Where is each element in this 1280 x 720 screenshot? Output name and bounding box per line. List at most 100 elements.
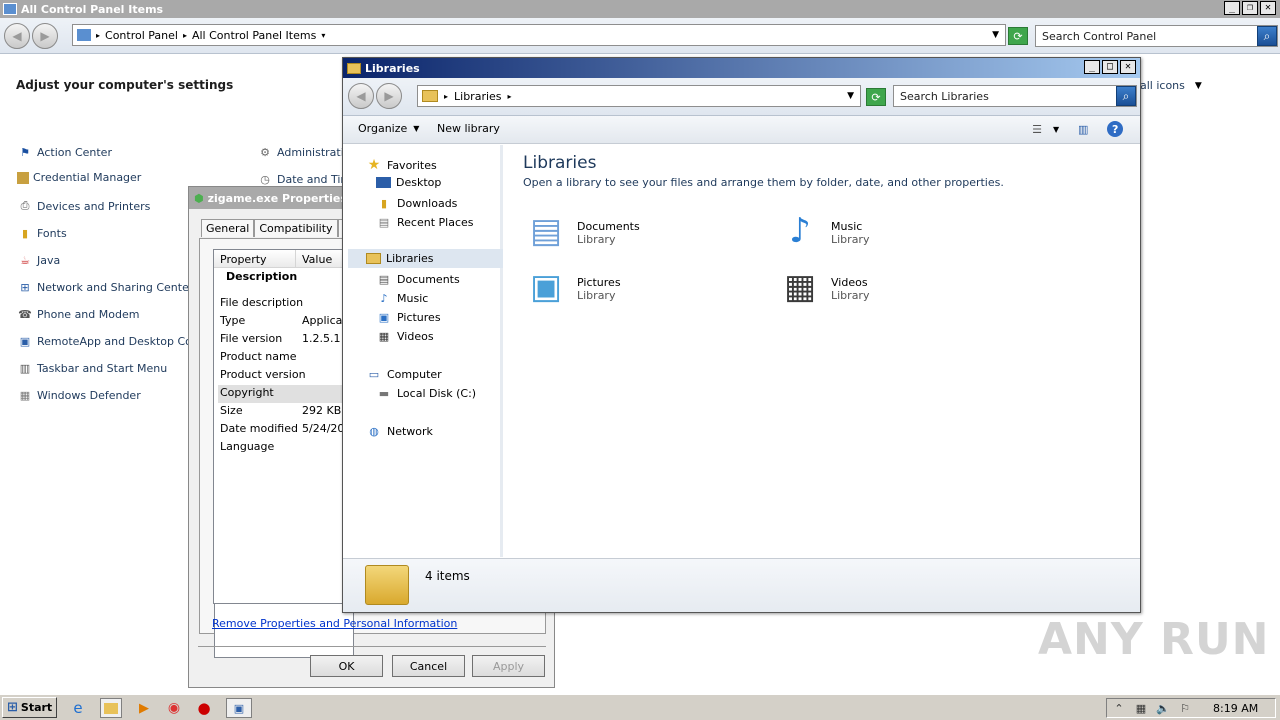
nav-music[interactable]: ♪ Music [376,290,428,306]
cp-item-network-sharing[interactable]: ⊞ Network and Sharing Center [17,279,193,295]
nav-downloads[interactable]: ▮ Downloads [376,195,457,211]
preview-pane-icon[interactable]: ▥ [1075,121,1091,137]
library-videos[interactable]: ▦ Videos Library [777,264,870,310]
cp-item-taskbar-start[interactable]: ▥ Taskbar and Start Menu [17,360,167,376]
nav-libraries[interactable]: Libraries [366,252,434,265]
flag-icon: ⚑ [20,145,30,159]
nav-documents[interactable]: ▤ Documents [376,271,460,287]
ok-button[interactable]: OK [310,655,383,677]
library-name: Documents [577,220,640,233]
chevron-down-icon[interactable]: ▼ [1195,81,1202,91]
prop-name[interactable]: Product version [220,368,306,381]
restore-button[interactable]: ❐ [1242,1,1258,15]
volume-icon[interactable]: 🔈 [1155,700,1171,716]
cp-item-action-center[interactable]: ⚑ Action Center [17,144,112,160]
internet-explorer-icon[interactable]: e [70,699,86,717]
tab-general[interactable]: General [201,219,255,237]
prop-name[interactable]: Language [220,440,274,453]
prop-name[interactable]: File description [220,296,303,309]
chevron-down-icon[interactable]: ▼ [1053,125,1059,134]
remove-properties-link[interactable]: Remove Properties and Personal Informati… [212,617,457,630]
nav-videos[interactable]: ▦ Videos [376,328,434,344]
refresh-icon[interactable]: ⟳ [866,88,886,106]
cancel-button[interactable]: Cancel [392,655,465,677]
close-button[interactable]: ✕ [1260,1,1276,15]
col-property[interactable]: Property [220,253,267,266]
address-dropdown-icon[interactable]: ▼ [847,91,854,101]
change-view-icon[interactable]: ☰ [1029,121,1045,137]
start-button[interactable]: ⊞ Start [2,697,58,718]
control-panel-taskbar-icon[interactable]: ▣ [226,698,252,718]
prop-name[interactable]: File version [220,332,282,345]
cp-item-fonts[interactable]: ▮ Fonts [17,225,67,241]
breadcrumb-libraries[interactable]: Libraries [454,90,502,103]
view-by-dropdown[interactable]: all icons ▼ [1140,79,1202,92]
breadcrumb-arrow-icon: ▸ [182,30,187,40]
nav-local-disk[interactable]: ▬ Local Disk (C:) [376,385,476,401]
help-icon[interactable]: ? [1107,121,1124,137]
forward-button[interactable]: ▶ [32,23,58,49]
search-input[interactable]: Search Control Panel [1042,30,1257,43]
action-center-flag-icon[interactable]: ⚐ [1177,700,1193,716]
cp-item-windows-defender[interactable]: ▦ Windows Defender [17,387,141,403]
new-library-button[interactable]: New library [437,122,500,135]
control-panel-titlebar[interactable]: All Control Panel Items [0,0,1280,18]
back-button[interactable]: ◀ [348,83,374,109]
cp-item-label: RemoteApp and Desktop Conne [37,334,213,348]
libraries-icon [366,253,381,264]
libraries-search[interactable]: Search Libraries ⌕ [893,85,1137,107]
search-input[interactable]: Search Libraries [900,90,1116,103]
cp-item-phone-modem[interactable]: ☎ Phone and Modem [17,306,139,322]
properties-title: zigame.exe Properties [207,191,347,205]
col-value[interactable]: Value [302,253,332,266]
tab-compatibility[interactable]: Compatibility [254,219,338,237]
organize-button[interactable]: Organize ▼ [358,122,419,135]
address-dropdown-icon[interactable]: ▼ [992,30,999,40]
library-music[interactable]: ♪ Music Library [777,208,869,254]
show-hidden-icons-icon[interactable]: ⌃ [1111,700,1127,716]
cp-item-java[interactable]: ☕ Java [17,252,60,268]
properties-tabs: General Compatibility Sec [201,218,360,238]
chrome-icon[interactable]: ◉ [166,700,182,716]
prop-name[interactable]: Date modified [220,422,298,435]
control-panel-search[interactable]: Search Control Panel ⌕ [1035,25,1278,47]
breadcrumb-all-items[interactable]: All Control Panel Items [192,29,316,42]
maximize-button[interactable]: □ [1102,60,1118,74]
cp-item-devices-printers[interactable]: ⎙ Devices and Printers [17,198,151,214]
nav-recent-places[interactable]: ▤ Recent Places [376,214,474,230]
forward-button[interactable]: ▶ [376,83,402,109]
library-documents[interactable]: ▤ Documents Library [523,208,640,254]
nav-computer[interactable]: ▭ Computer [366,366,442,382]
nav-pictures[interactable]: ▣ Pictures [376,309,441,325]
breadcrumb-arrow-icon: ▸ [96,30,101,40]
apply-button[interactable]: Apply [472,655,545,677]
network-tray-icon[interactable]: ▦ [1133,700,1149,716]
explorer-taskbar-icon[interactable] [100,698,122,718]
prop-name[interactable]: Type [220,314,245,327]
search-icon[interactable]: ⌕ [1257,26,1277,46]
breadcrumb-control-panel[interactable]: Control Panel [105,29,178,42]
libraries-titlebar[interactable]: Libraries [343,58,1140,78]
prop-name[interactable]: Size [220,404,243,417]
close-button[interactable]: ✕ [1120,60,1136,74]
cp-item-remoteapp[interactable]: ▣ RemoteApp and Desktop Conne [17,333,213,349]
nav-desktop[interactable]: Desktop [376,176,441,189]
address-bar[interactable]: ▸ Control Panel ▸ All Control Panel Item… [72,24,1006,46]
media-player-icon[interactable]: ▶ [136,700,152,716]
prop-name[interactable]: Copyright [220,386,274,399]
libraries-address-bar[interactable]: ▸ Libraries ▸ ▼ [417,85,861,107]
opera-icon[interactable]: ● [196,699,212,717]
minimize-button[interactable]: _ [1224,1,1240,15]
nav-favorites[interactable]: ★ Favorites [366,157,437,173]
minimize-button[interactable]: _ [1084,60,1100,74]
desktop-icon [376,177,391,188]
prop-name[interactable]: Product name [220,350,296,363]
refresh-icon[interactable]: ⟳ [1008,27,1028,45]
back-button[interactable]: ◀ [4,23,30,49]
view-by-value[interactable]: all icons [1140,79,1185,92]
cp-item-credential-manager[interactable]: Credential Manager [17,171,141,184]
search-icon[interactable]: ⌕ [1116,86,1136,106]
library-pictures[interactable]: ▣ Pictures Library [523,264,621,310]
clock[interactable]: 8:19 AM [1213,702,1258,715]
nav-network[interactable]: ◍ Network [366,423,433,439]
